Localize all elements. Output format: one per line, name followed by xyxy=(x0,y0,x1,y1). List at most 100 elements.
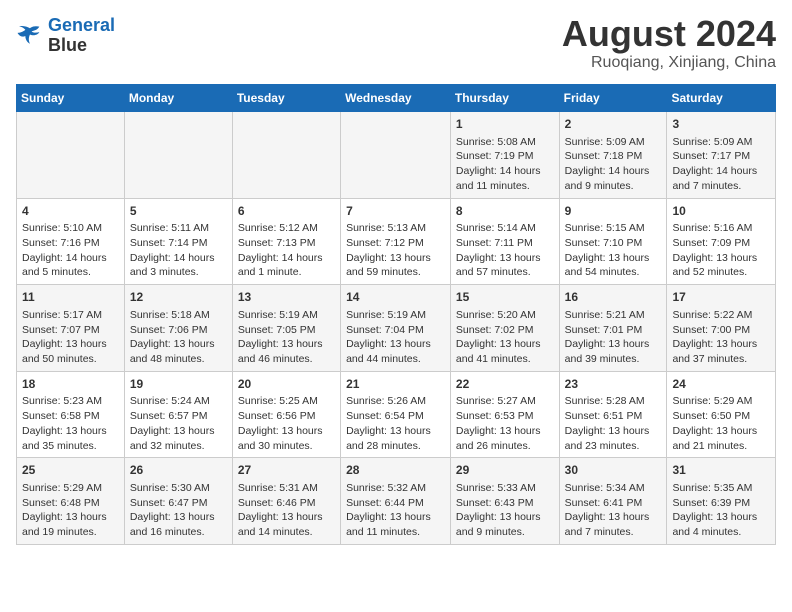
day-number: 17 xyxy=(672,289,770,306)
day-info-line: Sunset: 6:44 PM xyxy=(346,496,445,511)
day-info-line: Sunset: 6:58 PM xyxy=(22,409,119,424)
calendar-cell: 16Sunrise: 5:21 AMSunset: 7:01 PMDayligh… xyxy=(559,285,667,372)
day-number: 20 xyxy=(238,376,335,393)
column-header-saturday: Saturday xyxy=(667,85,776,112)
day-info-line: Sunrise: 5:18 AM xyxy=(130,308,227,323)
day-info-line: Daylight: 13 hours xyxy=(672,424,770,439)
day-info-line: Sunset: 7:11 PM xyxy=(456,236,554,251)
day-number: 15 xyxy=(456,289,554,306)
day-info-line: Sunset: 6:46 PM xyxy=(238,496,335,511)
calendar-cell: 29Sunrise: 5:33 AMSunset: 6:43 PMDayligh… xyxy=(450,458,559,545)
day-info-line: and 21 minutes. xyxy=(672,439,770,454)
day-info-line: Sunrise: 5:22 AM xyxy=(672,308,770,323)
day-info-line: and 32 minutes. xyxy=(130,439,227,454)
calendar-cell: 28Sunrise: 5:32 AMSunset: 6:44 PMDayligh… xyxy=(341,458,451,545)
day-number: 11 xyxy=(22,289,119,306)
day-info-line: Sunset: 7:12 PM xyxy=(346,236,445,251)
day-number: 10 xyxy=(672,203,770,220)
calendar-cell xyxy=(124,112,232,199)
day-info-line: Sunrise: 5:09 AM xyxy=(565,135,662,150)
day-number: 8 xyxy=(456,203,554,220)
day-info-line: Daylight: 13 hours xyxy=(22,337,119,352)
day-number: 19 xyxy=(130,376,227,393)
day-info-line: Sunrise: 5:35 AM xyxy=(672,481,770,496)
calendar-cell: 5Sunrise: 5:11 AMSunset: 7:14 PMDaylight… xyxy=(124,198,232,285)
calendar-cell: 23Sunrise: 5:28 AMSunset: 6:51 PMDayligh… xyxy=(559,371,667,458)
day-info-line: and 48 minutes. xyxy=(130,352,227,367)
calendar-cell: 2Sunrise: 5:09 AMSunset: 7:18 PMDaylight… xyxy=(559,112,667,199)
day-info-line: and 59 minutes. xyxy=(346,265,445,280)
day-number: 18 xyxy=(22,376,119,393)
day-info-line: Sunset: 6:41 PM xyxy=(565,496,662,511)
day-info-line: Daylight: 13 hours xyxy=(672,337,770,352)
day-info-line: and 7 minutes. xyxy=(565,525,662,540)
calendar-title: August 2024 xyxy=(562,16,776,52)
day-info-line: Sunset: 7:14 PM xyxy=(130,236,227,251)
day-info-line: and 4 minutes. xyxy=(672,525,770,540)
calendar-cell: 8Sunrise: 5:14 AMSunset: 7:11 PMDaylight… xyxy=(450,198,559,285)
day-info-line: Daylight: 13 hours xyxy=(456,510,554,525)
day-info-line: Sunrise: 5:29 AM xyxy=(672,394,770,409)
calendar-cell: 15Sunrise: 5:20 AMSunset: 7:02 PMDayligh… xyxy=(450,285,559,372)
day-number: 4 xyxy=(22,203,119,220)
day-info-line: Sunrise: 5:28 AM xyxy=(565,394,662,409)
day-info-line: Daylight: 13 hours xyxy=(565,251,662,266)
title-block: August 2024 Ruoqiang, Xinjiang, China xyxy=(562,16,776,72)
day-info-line: and 44 minutes. xyxy=(346,352,445,367)
day-number: 13 xyxy=(238,289,335,306)
day-info-line: Sunset: 6:39 PM xyxy=(672,496,770,511)
day-info-line: Sunrise: 5:13 AM xyxy=(346,221,445,236)
calendar-cell: 10Sunrise: 5:16 AMSunset: 7:09 PMDayligh… xyxy=(667,198,776,285)
column-header-monday: Monday xyxy=(124,85,232,112)
day-info-line: and 14 minutes. xyxy=(238,525,335,540)
column-header-thursday: Thursday xyxy=(450,85,559,112)
day-info-line: Daylight: 14 hours xyxy=(456,164,554,179)
day-info-line: Sunset: 7:18 PM xyxy=(565,149,662,164)
day-number: 22 xyxy=(456,376,554,393)
day-info-line: Daylight: 14 hours xyxy=(238,251,335,266)
day-info-line: Sunrise: 5:23 AM xyxy=(22,394,119,409)
day-info-line: Daylight: 13 hours xyxy=(238,510,335,525)
day-info-line: and 57 minutes. xyxy=(456,265,554,280)
day-info-line: Sunset: 7:02 PM xyxy=(456,323,554,338)
day-info-line: Sunrise: 5:19 AM xyxy=(346,308,445,323)
day-info-line: Sunrise: 5:26 AM xyxy=(346,394,445,409)
calendar-week-row: 4Sunrise: 5:10 AMSunset: 7:16 PMDaylight… xyxy=(17,198,776,285)
day-number: 5 xyxy=(130,203,227,220)
day-info-line: and 9 minutes. xyxy=(565,179,662,194)
calendar-cell: 30Sunrise: 5:34 AMSunset: 6:41 PMDayligh… xyxy=(559,458,667,545)
day-number: 25 xyxy=(22,462,119,479)
day-info-line: Daylight: 13 hours xyxy=(565,424,662,439)
day-info-line: and 19 minutes. xyxy=(22,525,119,540)
calendar-cell: 4Sunrise: 5:10 AMSunset: 7:16 PMDaylight… xyxy=(17,198,125,285)
day-info-line: Sunset: 7:00 PM xyxy=(672,323,770,338)
day-info-line: Sunrise: 5:15 AM xyxy=(565,221,662,236)
day-info-line: Sunrise: 5:19 AM xyxy=(238,308,335,323)
day-info-line: Sunset: 6:53 PM xyxy=(456,409,554,424)
day-info-line: and 28 minutes. xyxy=(346,439,445,454)
day-info-line: Sunset: 7:19 PM xyxy=(456,149,554,164)
day-info-line: and 11 minutes. xyxy=(346,525,445,540)
calendar-cell: 25Sunrise: 5:29 AMSunset: 6:48 PMDayligh… xyxy=(17,458,125,545)
column-header-sunday: Sunday xyxy=(17,85,125,112)
day-info-line: Sunset: 6:51 PM xyxy=(565,409,662,424)
day-info-line: and 11 minutes. xyxy=(456,179,554,194)
day-info-line: Daylight: 14 hours xyxy=(22,251,119,266)
logo-text: GeneralBlue xyxy=(48,16,115,56)
day-info-line: and 50 minutes. xyxy=(22,352,119,367)
calendar-cell: 3Sunrise: 5:09 AMSunset: 7:17 PMDaylight… xyxy=(667,112,776,199)
day-number: 27 xyxy=(238,462,335,479)
day-info-line: and 23 minutes. xyxy=(565,439,662,454)
day-info-line: Sunrise: 5:27 AM xyxy=(456,394,554,409)
day-info-line: Daylight: 13 hours xyxy=(238,424,335,439)
day-info-line: and 46 minutes. xyxy=(238,352,335,367)
day-info-line: and 35 minutes. xyxy=(22,439,119,454)
day-info-line: Daylight: 13 hours xyxy=(238,337,335,352)
calendar-cell: 11Sunrise: 5:17 AMSunset: 7:07 PMDayligh… xyxy=(17,285,125,372)
day-info-line: Sunset: 7:17 PM xyxy=(672,149,770,164)
day-info-line: Sunrise: 5:32 AM xyxy=(346,481,445,496)
calendar-cell xyxy=(341,112,451,199)
day-info-line: Sunrise: 5:30 AM xyxy=(130,481,227,496)
day-number: 26 xyxy=(130,462,227,479)
logo: GeneralBlue xyxy=(16,16,115,56)
